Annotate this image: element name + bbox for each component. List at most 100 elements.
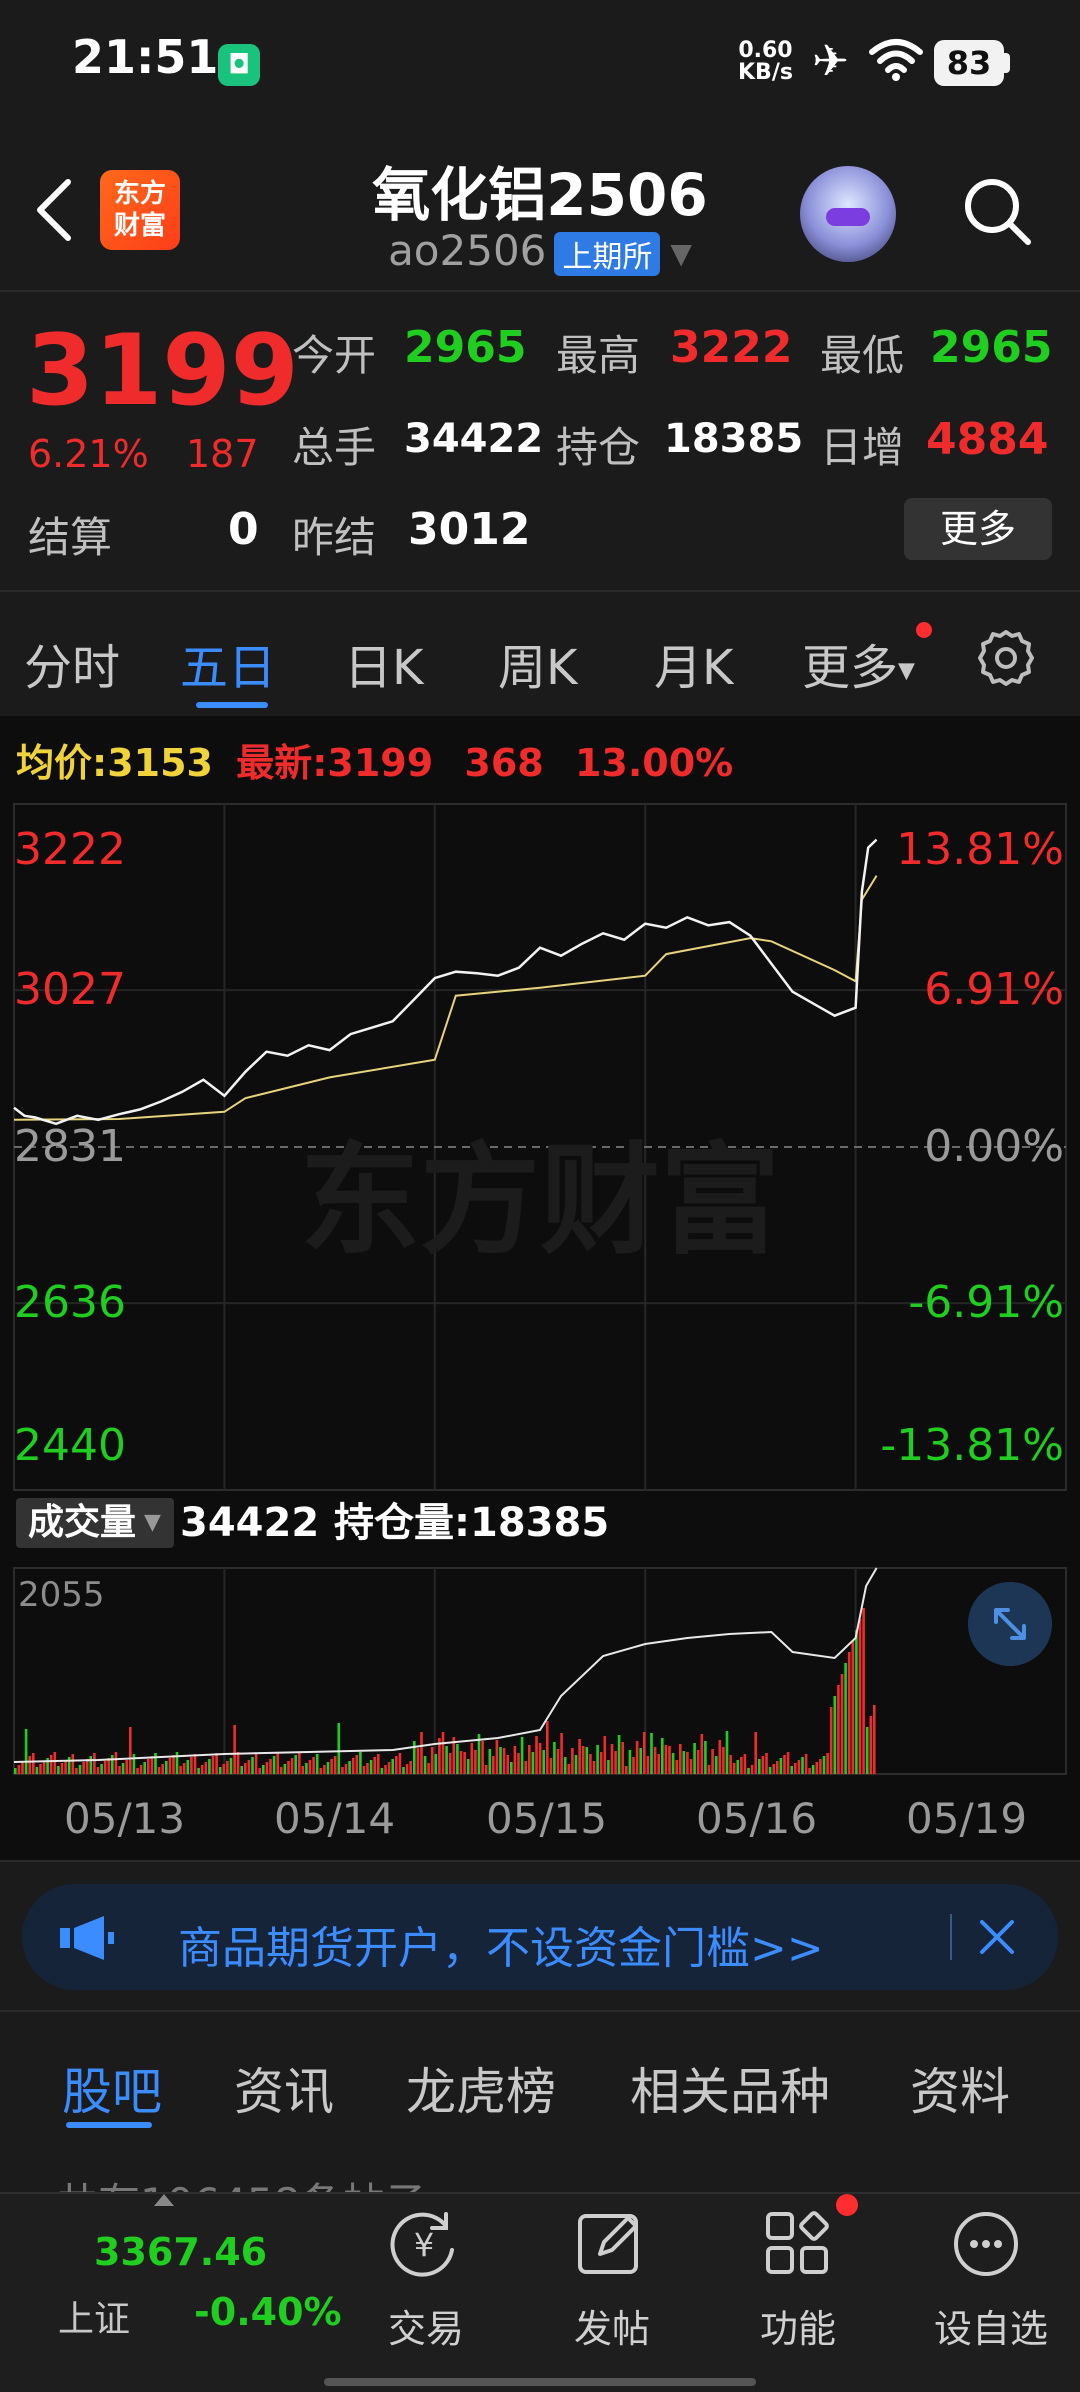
nav-trade[interactable]: 交易	[388, 2298, 464, 2353]
volume-bar	[592, 1761, 596, 1774]
tab-intraday[interactable]: 分时	[24, 628, 120, 698]
volume-bar	[351, 1758, 355, 1774]
y-axis-tick-left: 2440	[14, 1420, 126, 1471]
volume-bar	[154, 1753, 157, 1774]
compose-icon[interactable]	[570, 2204, 650, 2284]
apps-grid-icon[interactable]	[758, 2204, 838, 2284]
expand-icon[interactable]	[968, 1582, 1052, 1666]
volume-bar	[71, 1754, 75, 1774]
volume-bar	[200, 1765, 204, 1774]
volume-bar	[290, 1758, 294, 1774]
bottom-nav	[0, 2192, 1080, 2392]
volume-bar	[761, 1756, 765, 1774]
volume-bar	[603, 1736, 607, 1774]
volume-bar	[650, 1733, 653, 1774]
tab-five-day[interactable]: 五日	[180, 628, 276, 698]
volume-bar	[689, 1759, 693, 1774]
volume-bar	[700, 1734, 704, 1774]
tab-profile[interactable]: 资料	[910, 2052, 1010, 2124]
tab-news[interactable]: 资讯	[234, 2052, 334, 2124]
contract-code: ao2506	[388, 226, 547, 275]
volume-bar	[646, 1756, 650, 1774]
account-open-banner[interactable]: 商品期货开户，不设资金门槛>>	[22, 1884, 1058, 1990]
more-quote-button[interactable]: 更多	[904, 498, 1052, 560]
dropdown-triangle-icon: ▼	[670, 237, 692, 270]
volume-bar	[380, 1768, 384, 1774]
tab-related[interactable]: 相关品种	[630, 2052, 830, 2124]
gear-icon[interactable]	[974, 626, 1038, 690]
volume-bar	[865, 1727, 869, 1774]
volume-bar	[772, 1764, 775, 1774]
volume-bar	[67, 1757, 71, 1774]
volume-bar	[851, 1641, 855, 1774]
volume-bar	[837, 1685, 840, 1774]
y-axis-tick-left: 3222	[14, 824, 126, 875]
volume-bar	[855, 1630, 858, 1774]
tab-monthly-k[interactable]: 月K	[654, 628, 733, 698]
close-icon[interactable]	[970, 1910, 1024, 1964]
volume-bar	[258, 1768, 261, 1774]
volume-bar	[229, 1758, 233, 1774]
volume-bar	[373, 1757, 376, 1774]
volume-bar	[118, 1766, 121, 1774]
page-title: 氧化铝2506	[372, 161, 708, 229]
volume-bar	[625, 1766, 628, 1774]
volume-bar	[64, 1760, 67, 1774]
volume-bar	[448, 1753, 452, 1774]
collapse-arrow-icon[interactable]	[154, 2194, 174, 2206]
volume-bar	[330, 1759, 333, 1774]
latest-change: 368	[464, 741, 544, 785]
volume-bar	[546, 1721, 549, 1774]
contract-subtitle[interactable]: ao2506 上期所 ▼	[0, 226, 1080, 276]
index-change[interactable]: -0.40%	[194, 2290, 342, 2334]
search-icon[interactable]	[958, 172, 1038, 252]
volume-bar	[323, 1765, 326, 1774]
volume-bar	[193, 1754, 197, 1774]
volume-bar	[621, 1742, 624, 1774]
volume-chart[interactable]: 2055	[0, 1566, 1080, 1776]
volume-bar	[607, 1760, 610, 1774]
tab-dragon-tiger[interactable]: 龙虎榜	[406, 2052, 556, 2124]
volume-indicator-select[interactable]: 成交量 ▼	[16, 1498, 174, 1548]
volume-bar	[402, 1767, 405, 1774]
volume-bar	[488, 1749, 492, 1774]
index-value[interactable]: 3367.46	[94, 2230, 267, 2274]
volume-bar	[484, 1765, 488, 1774]
index-name[interactable]: 上证	[58, 2290, 130, 2342]
volume-bar	[204, 1762, 208, 1774]
volume-bar	[538, 1743, 542, 1774]
volume-bar	[635, 1741, 639, 1774]
volume-bar	[531, 1752, 535, 1774]
price-chart[interactable]: 东方财富 3222 13.81% 3027 6.91% 2831 0.00% 2636 -6.…	[0, 792, 1080, 1492]
more-dots-icon[interactable]	[946, 2204, 1026, 2284]
volume-bar	[384, 1765, 387, 1774]
volume-bar	[269, 1759, 272, 1774]
volume-bar	[32, 1753, 35, 1774]
volume-bar	[247, 1760, 251, 1774]
volume-bar	[28, 1756, 31, 1774]
volume-value: 34422	[180, 1500, 320, 1546]
y-axis-tick-right: -13.81%	[880, 1420, 1064, 1471]
tab-more[interactable]: 更多▼	[802, 628, 915, 698]
volume-bar	[147, 1759, 150, 1774]
volume-bar	[819, 1759, 822, 1774]
volume-bar	[75, 1768, 78, 1774]
volume-bar	[42, 1761, 46, 1774]
volume-bar	[459, 1751, 463, 1774]
tab-daily-k[interactable]: 日K	[344, 628, 423, 698]
tab-guba[interactable]: 股吧	[62, 2052, 162, 2124]
tab-weekly-k[interactable]: 周K	[498, 628, 577, 698]
trade-icon[interactable]: ¥	[384, 2204, 464, 2284]
chart-period-tabs: 分时 五日 日K 周K 月K 更多▼	[0, 590, 1080, 716]
volume-bar	[596, 1745, 599, 1774]
volume-bar	[136, 1768, 139, 1774]
volume-bar	[179, 1766, 182, 1774]
settle-label: 结算	[28, 513, 113, 562]
volume-bar	[567, 1764, 571, 1774]
avg-price-line	[13, 875, 878, 1121]
nav-post[interactable]: 发帖	[574, 2298, 650, 2353]
nav-function[interactable]: 功能	[760, 2298, 836, 2353]
nav-watchlist[interactable]: 设自选	[934, 2298, 1048, 2353]
svg-text:¥: ¥	[414, 2226, 434, 2264]
volume-bar	[251, 1757, 254, 1774]
